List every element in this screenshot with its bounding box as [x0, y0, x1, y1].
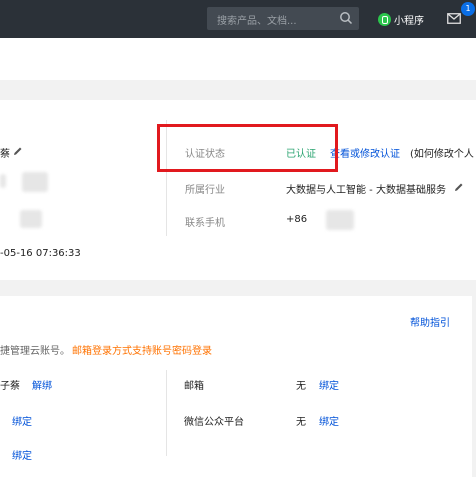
mini-program-icon: [378, 12, 391, 26]
email-bind-link[interactable]: 绑定: [319, 377, 339, 392]
mail-badge: 1: [461, 2, 475, 16]
bound-account-name: 子蔡: [0, 381, 20, 392]
wechat-value: 无: [296, 417, 306, 428]
wechat-bind-link[interactable]: 绑定: [319, 413, 339, 428]
view-edit-auth-link[interactable]: 查看或修改认证: [330, 145, 400, 160]
mini-program-label: 小程序: [394, 15, 424, 27]
email-label: 邮箱: [184, 381, 204, 392]
mail-icon[interactable]: [447, 13, 461, 24]
search-input[interactable]: 搜索产品、文档...: [217, 12, 297, 27]
bind-link[interactable]: 绑定: [12, 447, 32, 462]
redacted-block: [22, 172, 48, 192]
auth-status-highlight: [157, 124, 338, 172]
redacted-phone: [326, 210, 354, 230]
profile-name: 蔡: [0, 149, 10, 160]
redacted-block: [20, 210, 42, 228]
account-binding-card: 帮助指引 捷管理云账号。 邮箱登录方式支持账号密码登录 子蔡 解绑 绑定 绑定 …: [0, 296, 472, 477]
auth-help-hint[interactable]: (如何修改个人: [410, 145, 474, 160]
intro-warning: 邮箱登录方式支持账号密码登录: [72, 346, 212, 357]
industry-label: 所属行业: [185, 185, 225, 196]
phone-prefix: +86: [286, 214, 308, 225]
registration-time: -05-16 07:36:33: [0, 248, 81, 259]
header-band: [0, 38, 476, 80]
redacted-block: [0, 174, 6, 188]
divider: [166, 370, 167, 456]
intro-text: 捷管理云账号。: [0, 346, 70, 357]
phone-label: 联系手机: [185, 218, 225, 229]
top-nav-bar: 搜索产品、文档... 小程序 1: [0, 0, 476, 38]
email-value: 无: [296, 381, 306, 392]
industry-value: 大数据与人工智能 - 大数据基础服务: [286, 185, 446, 196]
edit-icon[interactable]: [13, 146, 23, 156]
edit-icon[interactable]: [454, 182, 464, 192]
wechat-label: 微信公众平台: [184, 417, 244, 428]
bind-link[interactable]: 绑定: [12, 413, 32, 428]
search-box[interactable]: 搜索产品、文档...: [207, 7, 359, 30]
unbind-link[interactable]: 解绑: [32, 377, 52, 392]
help-guide-link[interactable]: 帮助指引: [410, 314, 450, 329]
search-icon[interactable]: [339, 11, 353, 25]
mini-program-button[interactable]: 小程序: [378, 11, 424, 27]
